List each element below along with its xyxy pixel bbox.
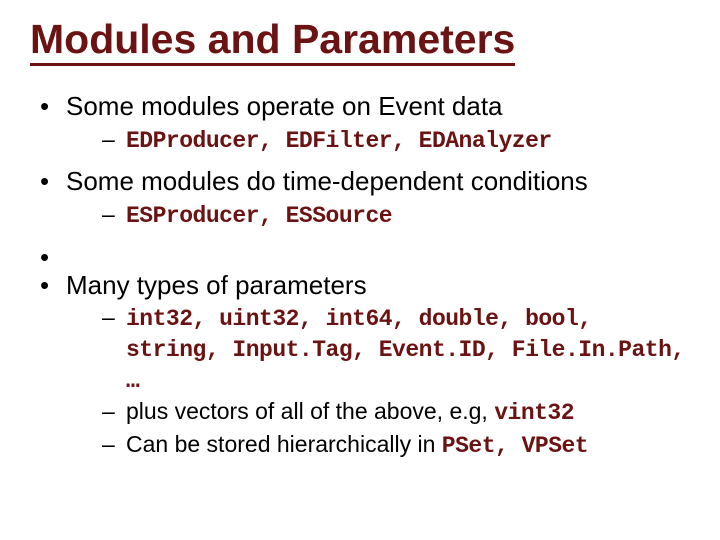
- slide: Modules and Parameters Some modules oper…: [0, 0, 720, 540]
- sub-item-vectors: plus vectors of all of the above, e.g, v…: [66, 397, 690, 428]
- sub-list: int32, uint32, int64, double, bool, stri…: [66, 303, 690, 461]
- bullet-modules-event: Some modules operate on Event data EDPro…: [30, 90, 690, 155]
- sub-item: EDProducer, EDFilter, EDAnalyzer: [66, 125, 690, 156]
- bullet-modules-time: Some modules do time-dependent condition…: [30, 165, 690, 230]
- code-text: vint32: [494, 400, 574, 426]
- sub-list: EDProducer, EDFilter, EDAnalyzer: [66, 125, 690, 156]
- code-text: ESProducer, ESSource: [126, 203, 392, 229]
- sub-text: plus vectors of all of the above, e.g,: [126, 398, 494, 424]
- code-text: EDProducer, EDFilter, EDAnalyzer: [126, 128, 552, 154]
- sub-item-types: int32, uint32, int64, double, bool, stri…: [66, 303, 690, 395]
- bullet-text: Many types of parameters: [66, 270, 367, 300]
- bullet-list: Some modules operate on Event data EDPro…: [30, 90, 690, 461]
- code-text: PSet, VPSet: [442, 433, 588, 459]
- spacer: [30, 241, 690, 269]
- code-text: int32, uint32, int64, double, bool, stri…: [126, 306, 685, 394]
- sub-item-hierarchical: Can be stored hierarchically in PSet, VP…: [66, 430, 690, 461]
- sub-text: Can be stored hierarchically in: [126, 431, 442, 457]
- bullet-parameters: Many types of parameters int32, uint32, …: [30, 269, 690, 461]
- bullet-text: Some modules operate on Event data: [66, 91, 503, 121]
- sub-item: ESProducer, ESSource: [66, 200, 690, 231]
- sub-list: ESProducer, ESSource: [66, 200, 690, 231]
- bullet-text: Some modules do time-dependent condition…: [66, 166, 588, 196]
- slide-title: Modules and Parameters: [30, 18, 515, 66]
